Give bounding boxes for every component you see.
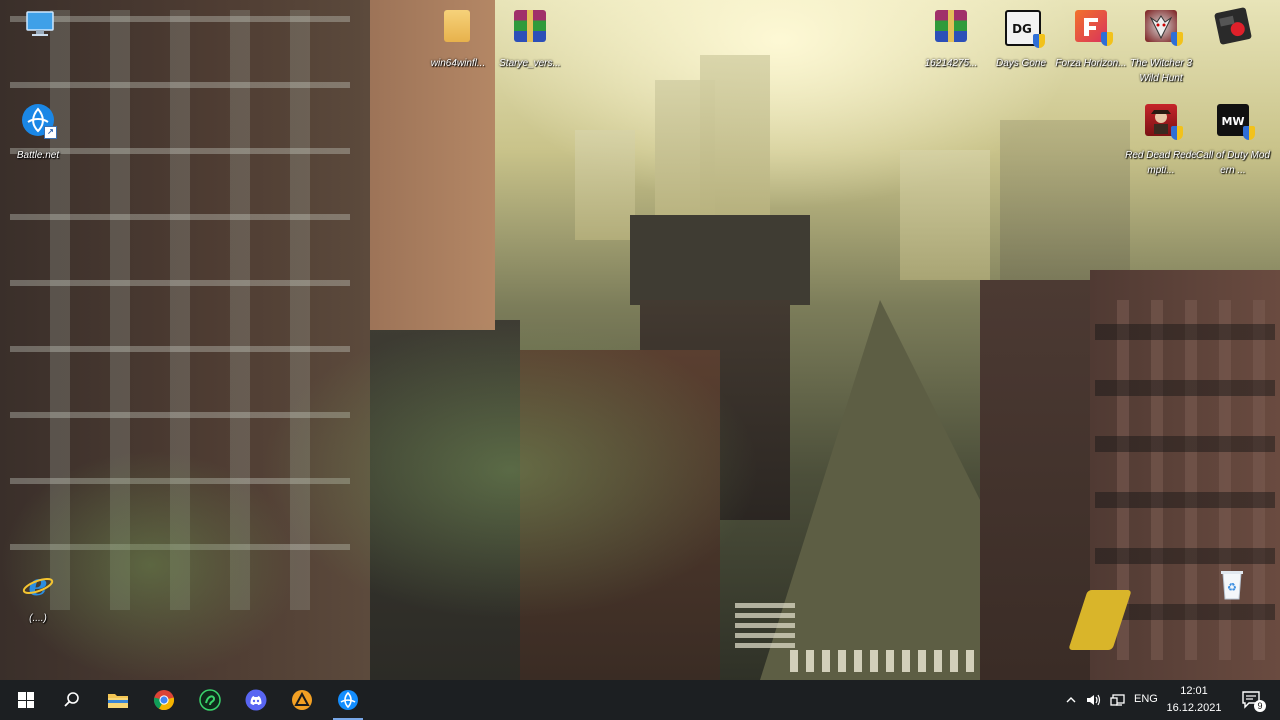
discord-icon — [245, 689, 267, 711]
taskbar-battlenet[interactable] — [325, 680, 371, 720]
music-app-icon — [1214, 7, 1252, 45]
wallpaper-skyscraper — [700, 55, 770, 225]
desktop-icon-folder[interactable]: win64winfl... — [421, 6, 495, 84]
desktop-icon-this-pc[interactable] — [3, 4, 77, 82]
taskbar-razer[interactable] — [187, 680, 233, 720]
desktop-icon-witcher[interactable]: The Witcher 3 Wild Hunt — [1124, 6, 1198, 84]
start-button[interactable] — [3, 680, 49, 720]
desktop-icon-call-of-duty[interactable]: MW Call of Duty Modern ... — [1196, 100, 1270, 178]
witcher-icon — [1145, 10, 1183, 46]
uac-shield-icon — [1033, 34, 1045, 48]
taskbar-ea-origin[interactable] — [279, 680, 325, 720]
shortcut-arrow-icon: ↗ — [44, 126, 57, 139]
chevron-up-icon — [1066, 697, 1076, 703]
notification-count-badge: 9 — [1254, 700, 1266, 712]
winrar-archive-icon — [514, 10, 546, 42]
desktop-icon-music-app[interactable] — [1196, 6, 1270, 84]
taskbar-chrome[interactable] — [141, 680, 187, 720]
red-dead-icon — [1145, 104, 1183, 140]
language-indicator[interactable]: ENG — [1134, 693, 1158, 705]
desktop-icon-battlenet[interactable]: ↗ Battle.net — [1, 100, 75, 178]
search-icon — [64, 692, 79, 707]
uac-shield-icon — [1171, 126, 1183, 140]
taskbar: ENG 12:01 16.12.2021 9 — [0, 680, 1280, 720]
search-button[interactable] — [49, 680, 95, 720]
uac-shield-icon — [1171, 32, 1183, 46]
folder-icon — [444, 10, 470, 42]
windows-logo-icon — [18, 692, 34, 708]
desktop-wallpaper — [0, 0, 1280, 680]
system-clock[interactable]: 12:01 16.12.2021 — [1160, 680, 1228, 720]
desktop-icon-16214275[interactable]: 16214275... — [914, 6, 988, 84]
wallpaper-haze — [260, 320, 760, 620]
svg-text:♻: ♻ — [1227, 581, 1237, 594]
desktop-icon-days-gone[interactable]: DG Days Gone — [984, 6, 1058, 84]
call-of-duty-icon: MW — [1217, 104, 1255, 140]
network-icon — [1110, 694, 1125, 706]
desktop-icon-recycle-bin[interactable]: ♻ — [1195, 563, 1269, 641]
svg-text:e: e — [28, 569, 47, 601]
uac-shield-icon — [1101, 32, 1113, 46]
chrome-icon — [153, 690, 175, 711]
forza-horizon-icon — [1075, 10, 1113, 46]
desktop-icon-starye-vers[interactable]: Starye_vers... — [493, 6, 567, 84]
action-center-button[interactable]: 9 — [1232, 680, 1272, 720]
folder-icon — [108, 694, 128, 708]
volume-icon — [1087, 694, 1101, 706]
desktop-icon-forza-horizon[interactable]: Forza Horizon... — [1054, 6, 1128, 84]
ea-origin-icon — [292, 690, 312, 710]
wallpaper-building — [630, 215, 810, 305]
desktop-icon-internet-explorer[interactable]: e (....) — [1, 565, 75, 643]
svg-text:DG: DG — [1012, 22, 1032, 36]
tray-overflow-button[interactable] — [1061, 680, 1081, 720]
winrar-archive-icon — [935, 10, 967, 42]
battlenet-icon — [338, 690, 358, 710]
internet-explorer-icon: e — [22, 568, 54, 603]
uac-shield-icon — [1243, 126, 1255, 140]
svg-text:MW: MW — [1221, 115, 1244, 128]
clock-time: 12:01 — [1180, 685, 1208, 697]
taskbar-discord[interactable] — [233, 680, 279, 720]
days-gone-icon: DG — [1005, 10, 1045, 48]
battlenet-icon: ↗ — [22, 104, 57, 139]
wallpaper-skyscraper — [900, 150, 990, 280]
recycle-bin-icon: ♻ — [1216, 567, 1248, 600]
tray-network[interactable] — [1107, 680, 1129, 720]
desktop-icon-red-dead[interactable]: Red Dead Redempti... — [1124, 100, 1198, 178]
razer-icon — [199, 689, 221, 711]
this-pc-icon — [24, 8, 56, 40]
tray-volume[interactable] — [1083, 680, 1105, 720]
clock-date: 16.12.2021 — [1166, 702, 1222, 714]
wallpaper-skyscraper — [1000, 120, 1130, 290]
taskbar-file-explorer[interactable] — [95, 680, 141, 720]
wallpaper-skyscraper — [575, 130, 635, 240]
